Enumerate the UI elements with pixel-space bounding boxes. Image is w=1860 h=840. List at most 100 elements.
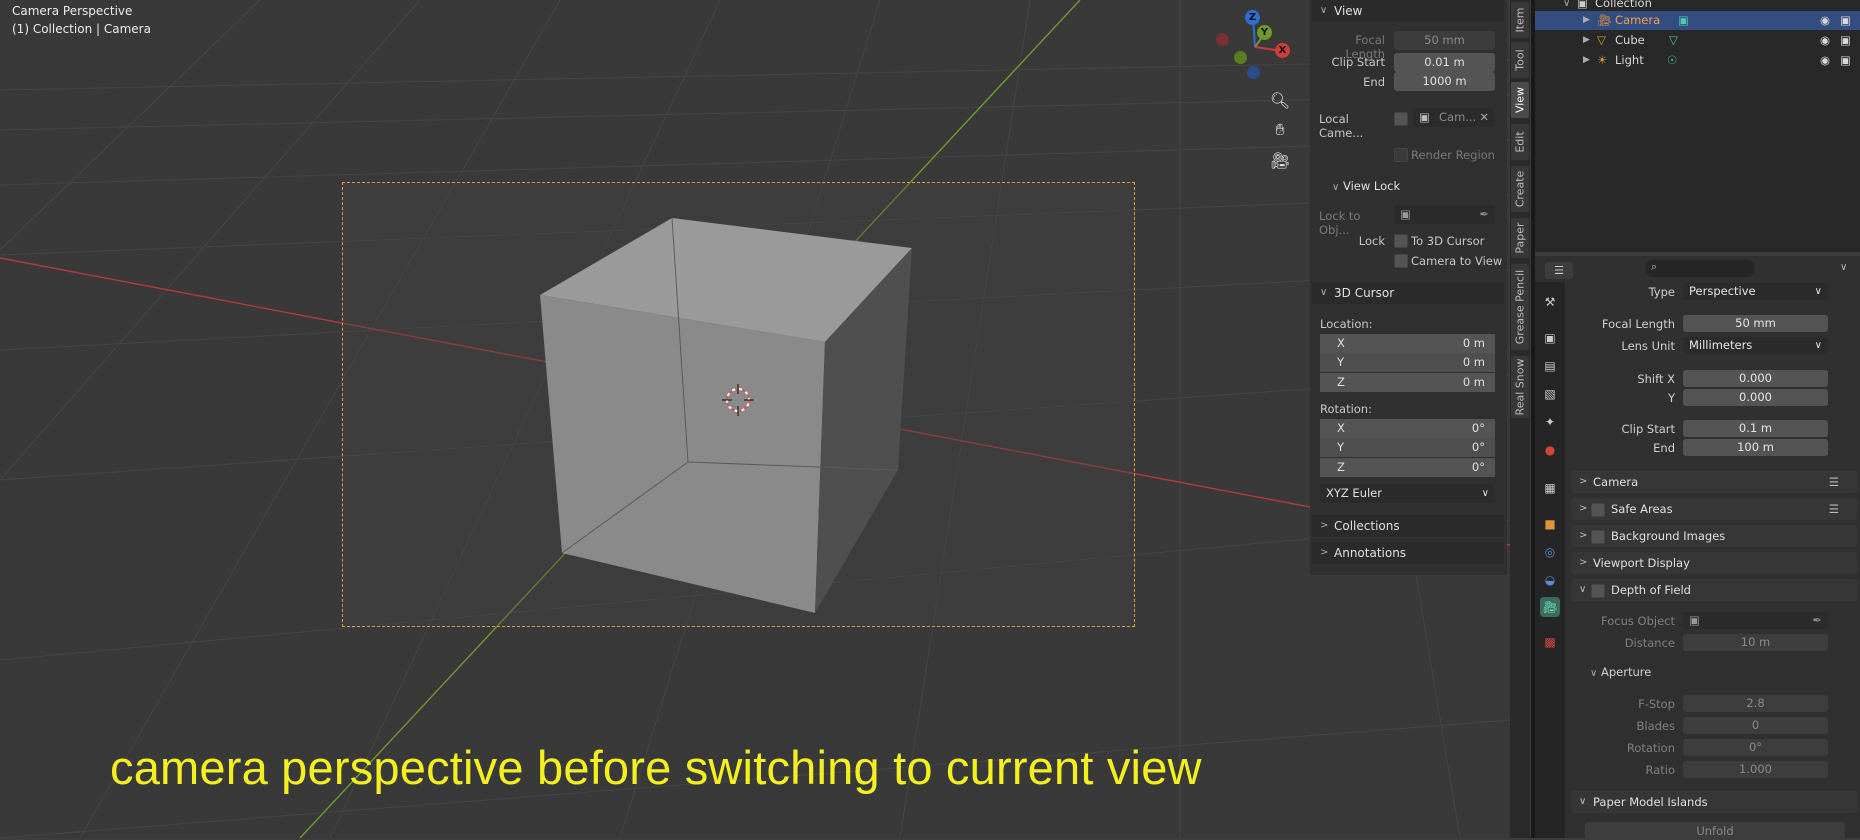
prop-clip-end-field[interactable]: 100 m	[1683, 439, 1828, 456]
tab-edit[interactable]: Edit	[1511, 124, 1529, 160]
output-tab-icon[interactable]: ▤	[1540, 356, 1560, 376]
pan-hand-icon[interactable]: ✋︎	[1267, 117, 1293, 143]
tool-tab-icon[interactable]: ⚒	[1540, 292, 1560, 312]
view-panel-header[interactable]: ∨ View	[1312, 0, 1504, 22]
outliner-row-camera[interactable]: ▶ 🎥︎ Camera ▣ ◉ ▣	[1535, 11, 1860, 30]
focus-object-field[interactable]: ▣ ✒	[1683, 612, 1828, 629]
shift-y-field[interactable]: 0.000	[1683, 389, 1828, 406]
physics-tab-icon[interactable]: ◒	[1540, 570, 1560, 590]
unfold-button[interactable]: Unfold	[1585, 822, 1845, 840]
modifiers-tab-icon[interactable]: ◎	[1540, 542, 1560, 562]
zoom-icon[interactable]: 🔍︎	[1267, 88, 1293, 114]
annotations-panel-header[interactable]: > Annotations	[1312, 542, 1504, 564]
prop-clip-start-field[interactable]: 0.1 m	[1683, 420, 1828, 437]
distance-field[interactable]: 10 m	[1683, 634, 1828, 651]
outliner-row-light[interactable]: ▶ ☀ Light ☉ ◉ ▣	[1535, 51, 1860, 70]
light-data-icon: ☉	[1667, 53, 1678, 67]
camera-view-icon[interactable]: 🎥︎	[1267, 148, 1293, 174]
cursor-rotation-z[interactable]: Z 0°	[1320, 458, 1495, 477]
fstop-field[interactable]: 2.8	[1683, 695, 1828, 712]
cursor-location-x[interactable]: X0 m	[1320, 334, 1495, 353]
scene-tab-icon[interactable]: ✦	[1540, 412, 1560, 432]
safe-areas-section-header[interactable]: > Safe Areas ☰	[1571, 498, 1857, 520]
safe-areas-checkbox[interactable]	[1591, 503, 1605, 517]
tab-real-snow[interactable]: Real Snow	[1511, 356, 1529, 418]
tab-tool[interactable]: Tool	[1511, 42, 1529, 78]
camera-type-dropdown[interactable]: Perspective ∨	[1683, 283, 1828, 300]
camera-section-header[interactable]: > Camera ☰	[1571, 471, 1857, 493]
outliner-row-cube[interactable]: ▶ ▽ Cube ▽ ◉ ▣	[1535, 31, 1860, 50]
gizmo-neg-y[interactable]	[1234, 51, 1247, 64]
eyedropper-icon[interactable]: ✒	[1479, 205, 1489, 224]
ratio-field[interactable]: 1.000	[1683, 761, 1828, 778]
gizmo-x-axis[interactable]: X	[1275, 43, 1290, 58]
aperture-rotation-field[interactable]: 0°	[1683, 739, 1828, 756]
camera-to-view-checkbox[interactable]	[1394, 254, 1408, 268]
3d-viewport[interactable]: Camera Perspective (1) Collection | Came…	[0, 0, 1510, 838]
tab-view[interactable]: View	[1511, 82, 1529, 118]
shift-x-field[interactable]: 0.000	[1683, 370, 1828, 387]
collections-panel-header[interactable]: > Collections	[1312, 515, 1504, 537]
gizmo-y-axis[interactable]: Y	[1257, 25, 1272, 40]
tab-create[interactable]: Create	[1511, 166, 1529, 212]
cursor-rotation-x[interactable]: X 0°	[1320, 419, 1495, 438]
render-tab-icon[interactable]: ▣	[1540, 328, 1560, 348]
background-images-checkbox[interactable]	[1591, 530, 1605, 544]
prop-focal-length-field[interactable]: 50 mm	[1683, 315, 1828, 332]
lens-unit-dropdown[interactable]: Millimeters ∨	[1683, 337, 1828, 354]
render-region-checkbox[interactable]	[1394, 148, 1408, 162]
aperture-subpanel-header[interactable]: ∨ Aperture	[1590, 665, 1651, 679]
depth-of-field-section-header[interactable]: ∨ Depth of Field	[1571, 579, 1857, 601]
clip-start-field[interactable]: 0.01 m	[1394, 53, 1495, 72]
camera-data-tab-icon[interactable]: 🎥︎	[1540, 597, 1560, 617]
presets-list-icon[interactable]: ☰	[1829, 498, 1839, 520]
options-chevron-icon[interactable]: ∨	[1840, 262, 1847, 273]
lock-to-object-field[interactable]: ▣ ✒	[1394, 205, 1495, 224]
depth-of-field-checkbox[interactable]	[1591, 584, 1605, 598]
tab-item[interactable]: Item	[1511, 2, 1529, 38]
gizmo-neg-x[interactable]	[1216, 33, 1229, 46]
render-camera-icon[interactable]: ▣	[1840, 31, 1851, 50]
blades-field[interactable]: 0	[1683, 717, 1828, 734]
local-camera-checkbox[interactable]	[1394, 112, 1408, 126]
ratio-label: Ratio	[1645, 763, 1675, 777]
paper-model-islands-section-header[interactable]: ∨ Paper Model Islands	[1571, 791, 1857, 813]
gizmo-neg-z[interactable]	[1247, 66, 1260, 79]
gizmo-z-axis[interactable]: Z	[1245, 10, 1260, 25]
visibility-eye-icon[interactable]: ◉	[1820, 31, 1830, 50]
object-icon: ▣	[1400, 207, 1411, 221]
eyedropper-icon[interactable]: ✒	[1812, 612, 1822, 629]
clear-icon[interactable]: ✕	[1479, 108, 1489, 127]
properties-search-input[interactable]: ⌕	[1645, 260, 1755, 277]
cursor-rotation-y[interactable]: Y 0°	[1320, 438, 1495, 457]
to-3d-cursor-checkbox[interactable]	[1394, 234, 1408, 248]
view-layer-tab-icon[interactable]: ▧	[1540, 384, 1560, 404]
clip-end-field[interactable]: 1000 m	[1394, 72, 1495, 91]
background-images-section-header[interactable]: > Background Images	[1571, 525, 1857, 547]
camera-data-icon: ▣	[1678, 13, 1689, 27]
distance-label: Distance	[1624, 636, 1675, 650]
tab-grease-pencil[interactable]: Grease Pencil	[1511, 264, 1529, 350]
object-tab-icon[interactable]: ■	[1540, 514, 1560, 534]
view-panel-title: View	[1334, 4, 1363, 18]
render-camera-icon[interactable]: ▣	[1840, 11, 1851, 30]
viewport-display-section-header[interactable]: > Viewport Display	[1571, 552, 1857, 574]
rotation-mode-dropdown[interactable]: XYZ Euler ∨	[1320, 484, 1495, 503]
editor-type-icon[interactable]: ☰	[1545, 262, 1573, 279]
view-lock-header[interactable]: ∨ View Lock	[1332, 179, 1400, 193]
visibility-eye-icon[interactable]: ◉	[1820, 11, 1830, 30]
collection-tab-icon[interactable]: ▦	[1540, 478, 1560, 498]
viewport-title: Camera Perspective	[12, 4, 133, 18]
cursor-location-z[interactable]: Z0 m	[1320, 373, 1495, 392]
local-camera-field[interactable]: ▣ Cam... ✕	[1413, 108, 1495, 127]
render-camera-icon[interactable]: ▣	[1840, 51, 1851, 70]
cursor-location-y[interactable]: Y0 m	[1320, 353, 1495, 372]
visibility-eye-icon[interactable]: ◉	[1820, 51, 1830, 70]
focal-length-field[interactable]: 50 mm	[1394, 31, 1495, 50]
3d-cursor-panel-header[interactable]: ∨ 3D Cursor	[1312, 282, 1504, 304]
presets-list-icon[interactable]: ☰	[1829, 471, 1839, 493]
video-caption: camera perspective before switching to c…	[110, 741, 1202, 794]
texture-tab-icon[interactable]: ▩	[1540, 632, 1560, 652]
world-tab-icon[interactable]: ●	[1540, 440, 1560, 460]
tab-paper[interactable]: Paper	[1511, 218, 1529, 258]
